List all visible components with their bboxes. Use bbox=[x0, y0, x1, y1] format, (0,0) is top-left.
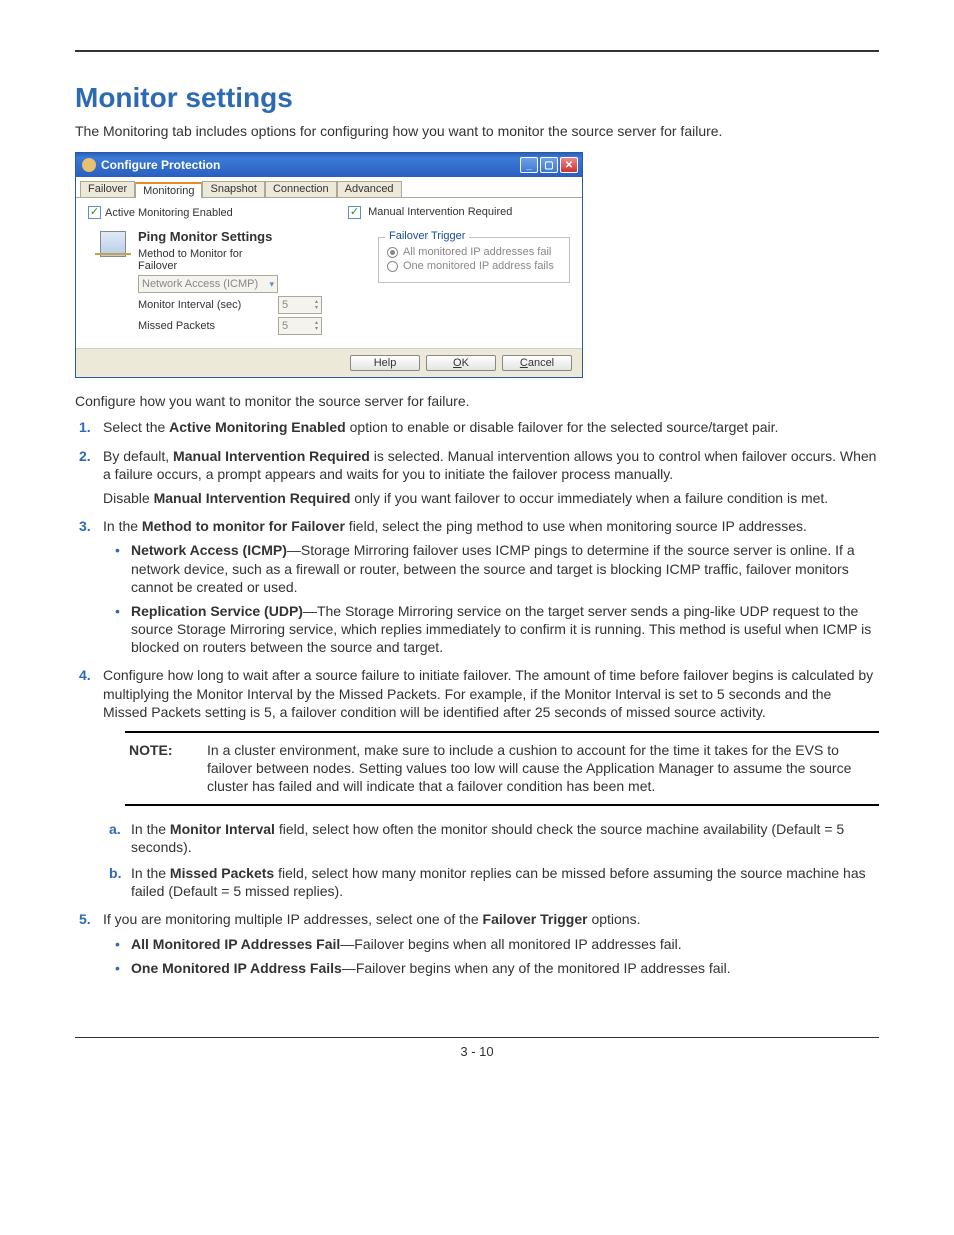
configure-line: Configure how you want to monitor the so… bbox=[75, 392, 879, 410]
step-3: In the Method to monitor for Failover fi… bbox=[103, 517, 879, 656]
tab-failover[interactable]: Failover bbox=[80, 181, 135, 197]
app-icon bbox=[82, 158, 96, 172]
note-box: NOTE: In a cluster environment, make sur… bbox=[125, 731, 879, 806]
cancel-button[interactable]: Cancel bbox=[502, 355, 572, 371]
tab-connection[interactable]: Connection bbox=[265, 181, 337, 197]
maximize-button[interactable]: ▢ bbox=[540, 157, 558, 173]
dialog-footer: Help OK Cancel bbox=[76, 348, 582, 377]
step-4a: In the Monitor Interval field, select ho… bbox=[131, 820, 879, 856]
tab-advanced[interactable]: Advanced bbox=[337, 181, 402, 197]
radio-one-fail[interactable] bbox=[387, 261, 398, 272]
close-button[interactable]: ✕ bbox=[560, 157, 578, 173]
ping-icon bbox=[100, 231, 126, 257]
radio-one-fail-label: One monitored IP address fails bbox=[403, 260, 554, 272]
ping-settings-header: Ping Monitor Settings bbox=[138, 229, 368, 244]
interval-label: Monitor Interval (sec) bbox=[138, 299, 278, 311]
page-title: Monitor settings bbox=[75, 82, 879, 114]
spinner-arrows-icon: ▴▾ bbox=[315, 299, 318, 311]
radio-all-fail[interactable] bbox=[387, 247, 398, 258]
step-3-bullet-2: Replication Service (UDP)—The Storage Mi… bbox=[131, 602, 879, 657]
page-number: 3 - 10 bbox=[75, 1038, 879, 1059]
minimize-button[interactable]: _ bbox=[520, 157, 538, 173]
step-5: If you are monitoring multiple IP addres… bbox=[103, 910, 879, 977]
tab-snapshot[interactable]: Snapshot bbox=[202, 181, 264, 197]
main-steps: Select the Active Monitoring Enabled opt… bbox=[75, 418, 879, 977]
manual-intervention-checkbox[interactable]: ✓ bbox=[348, 206, 361, 219]
step-1: Select the Active Monitoring Enabled opt… bbox=[103, 418, 879, 436]
ok-button[interactable]: OK bbox=[426, 355, 496, 371]
step-5-bullet-1: All Monitored IP Addresses Fail—Failover… bbox=[131, 935, 879, 953]
active-monitoring-label: Active Monitoring Enabled bbox=[105, 207, 233, 219]
titlebar: Configure Protection _ ▢ ✕ bbox=[76, 153, 582, 177]
step-4: Configure how long to wait after a sourc… bbox=[103, 666, 879, 900]
note-body: In a cluster environment, make sure to i… bbox=[207, 741, 875, 796]
titlebar-text: Configure Protection bbox=[101, 158, 220, 172]
failover-trigger-fieldset: Failover Trigger All monitored IP addres… bbox=[378, 237, 570, 283]
method-value: Network Access (ICMP) bbox=[142, 278, 258, 290]
missed-spinner[interactable]: 5 ▴▾ bbox=[278, 317, 322, 335]
method-label: Method to Monitor for Failover bbox=[138, 248, 278, 272]
step-2: By default, Manual Intervention Required… bbox=[103, 447, 879, 508]
step-4b: In the Missed Packets field, select how … bbox=[131, 864, 879, 900]
step-5-bullet-2: One Monitored IP Address Fails—Failover … bbox=[131, 959, 879, 977]
spinner-arrows-icon: ▴▾ bbox=[315, 320, 318, 332]
tabstrip: Failover Monitoring Snapshot Connection … bbox=[76, 177, 582, 198]
missed-value: 5 bbox=[282, 320, 288, 332]
interval-value: 5 bbox=[282, 299, 288, 311]
help-button[interactable]: Help bbox=[350, 355, 420, 371]
configure-protection-dialog: Configure Protection _ ▢ ✕ Failover Moni… bbox=[75, 152, 583, 378]
top-rule bbox=[75, 50, 879, 52]
active-monitoring-checkbox[interactable]: ✓ bbox=[88, 206, 101, 219]
failover-trigger-legend: Failover Trigger bbox=[385, 230, 469, 242]
manual-intervention-label: Manual Intervention Required bbox=[368, 206, 512, 218]
missed-label: Missed Packets bbox=[138, 320, 278, 332]
intro-text: The Monitoring tab includes options for … bbox=[75, 122, 879, 140]
dialog-body: ✓ Active Monitoring Enabled ✓ Manual Int… bbox=[76, 198, 582, 348]
tab-monitoring[interactable]: Monitoring bbox=[135, 182, 202, 198]
step-3-bullet-1: Network Access (ICMP)—Storage Mirroring … bbox=[131, 541, 879, 596]
chevron-down-icon: ▾ bbox=[269, 279, 274, 290]
method-combo[interactable]: Network Access (ICMP) ▾ bbox=[138, 275, 278, 293]
radio-all-fail-label: All monitored IP addresses fail bbox=[403, 246, 551, 258]
note-label: NOTE: bbox=[129, 741, 207, 796]
interval-spinner[interactable]: 5 ▴▾ bbox=[278, 296, 322, 314]
